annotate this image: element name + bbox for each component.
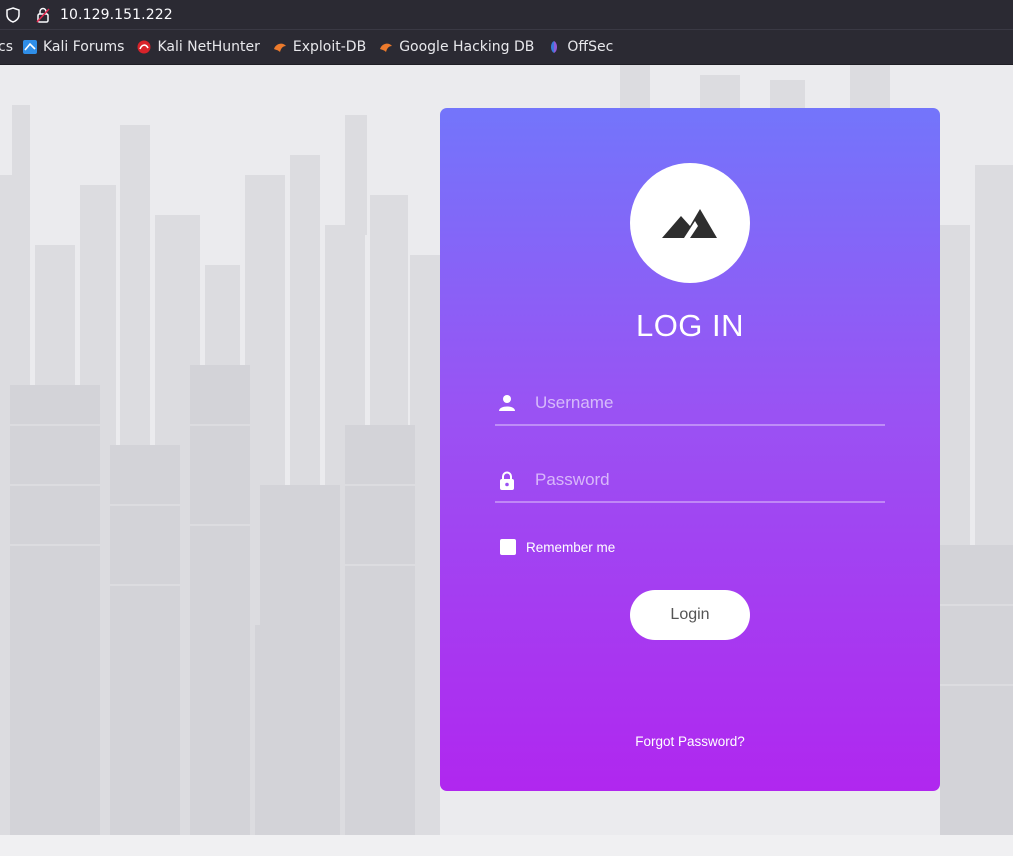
bookmark-label: Kali NetHunter	[157, 39, 260, 55]
forgot-password-link[interactable]: Forgot Password?	[440, 734, 940, 749]
bookmark-label: Kali Forums	[43, 39, 125, 55]
bookmarks-bar: cs Kali Forums Kali NetHunter Exploit-DB…	[0, 29, 1013, 65]
username-field	[495, 382, 885, 426]
mountain-icon	[662, 209, 717, 238]
bookmark-label: cs	[0, 39, 13, 55]
bookmark-google-hacking-db[interactable]: Google Hacking DB	[379, 39, 534, 55]
url-text[interactable]: 10.129.151.222	[60, 7, 173, 23]
login-button[interactable]: Login	[630, 590, 750, 640]
login-title: LOG IN	[635, 308, 745, 343]
bookmark-truncated[interactable]: cs	[0, 39, 13, 55]
user-icon	[498, 394, 516, 412]
remember-me-checkbox[interactable]	[500, 539, 516, 555]
bookmark-kali-nethunter[interactable]: Kali NetHunter	[137, 39, 260, 55]
login-card: LOG IN Remember me Login Forgot Password…	[440, 108, 940, 791]
remember-me[interactable]: Remember me	[500, 539, 615, 555]
bookmark-offsec[interactable]: OffSec	[547, 39, 613, 55]
remember-me-label[interactable]: Remember me	[526, 540, 615, 555]
google-hacking-db-icon	[379, 40, 393, 54]
kali-nethunter-icon	[137, 40, 151, 54]
password-input[interactable]	[533, 463, 877, 497]
exploit-db-icon	[273, 40, 287, 54]
password-field	[495, 459, 885, 503]
page-bottom-strip	[0, 835, 1013, 856]
shield-icon[interactable]	[5, 6, 21, 23]
page-background: LOG IN Remember me Login Forgot Password…	[0, 65, 1013, 835]
offsec-icon	[547, 40, 561, 54]
padlock-icon	[498, 471, 516, 490]
bookmark-kali-forums[interactable]: Kali Forums	[23, 39, 124, 55]
bookmark-label: Google Hacking DB	[399, 39, 535, 55]
lock-insecure-icon[interactable]	[35, 7, 51, 23]
logo-circle	[630, 163, 750, 283]
browser-url-bar: 10.129.151.222	[0, 0, 1013, 29]
bookmark-label: Exploit-DB	[292, 39, 367, 55]
bookmark-label: OffSec	[567, 39, 614, 55]
username-input[interactable]	[533, 386, 877, 420]
bookmark-exploit-db[interactable]: Exploit-DB	[273, 39, 366, 55]
kali-forums-icon	[23, 40, 37, 54]
